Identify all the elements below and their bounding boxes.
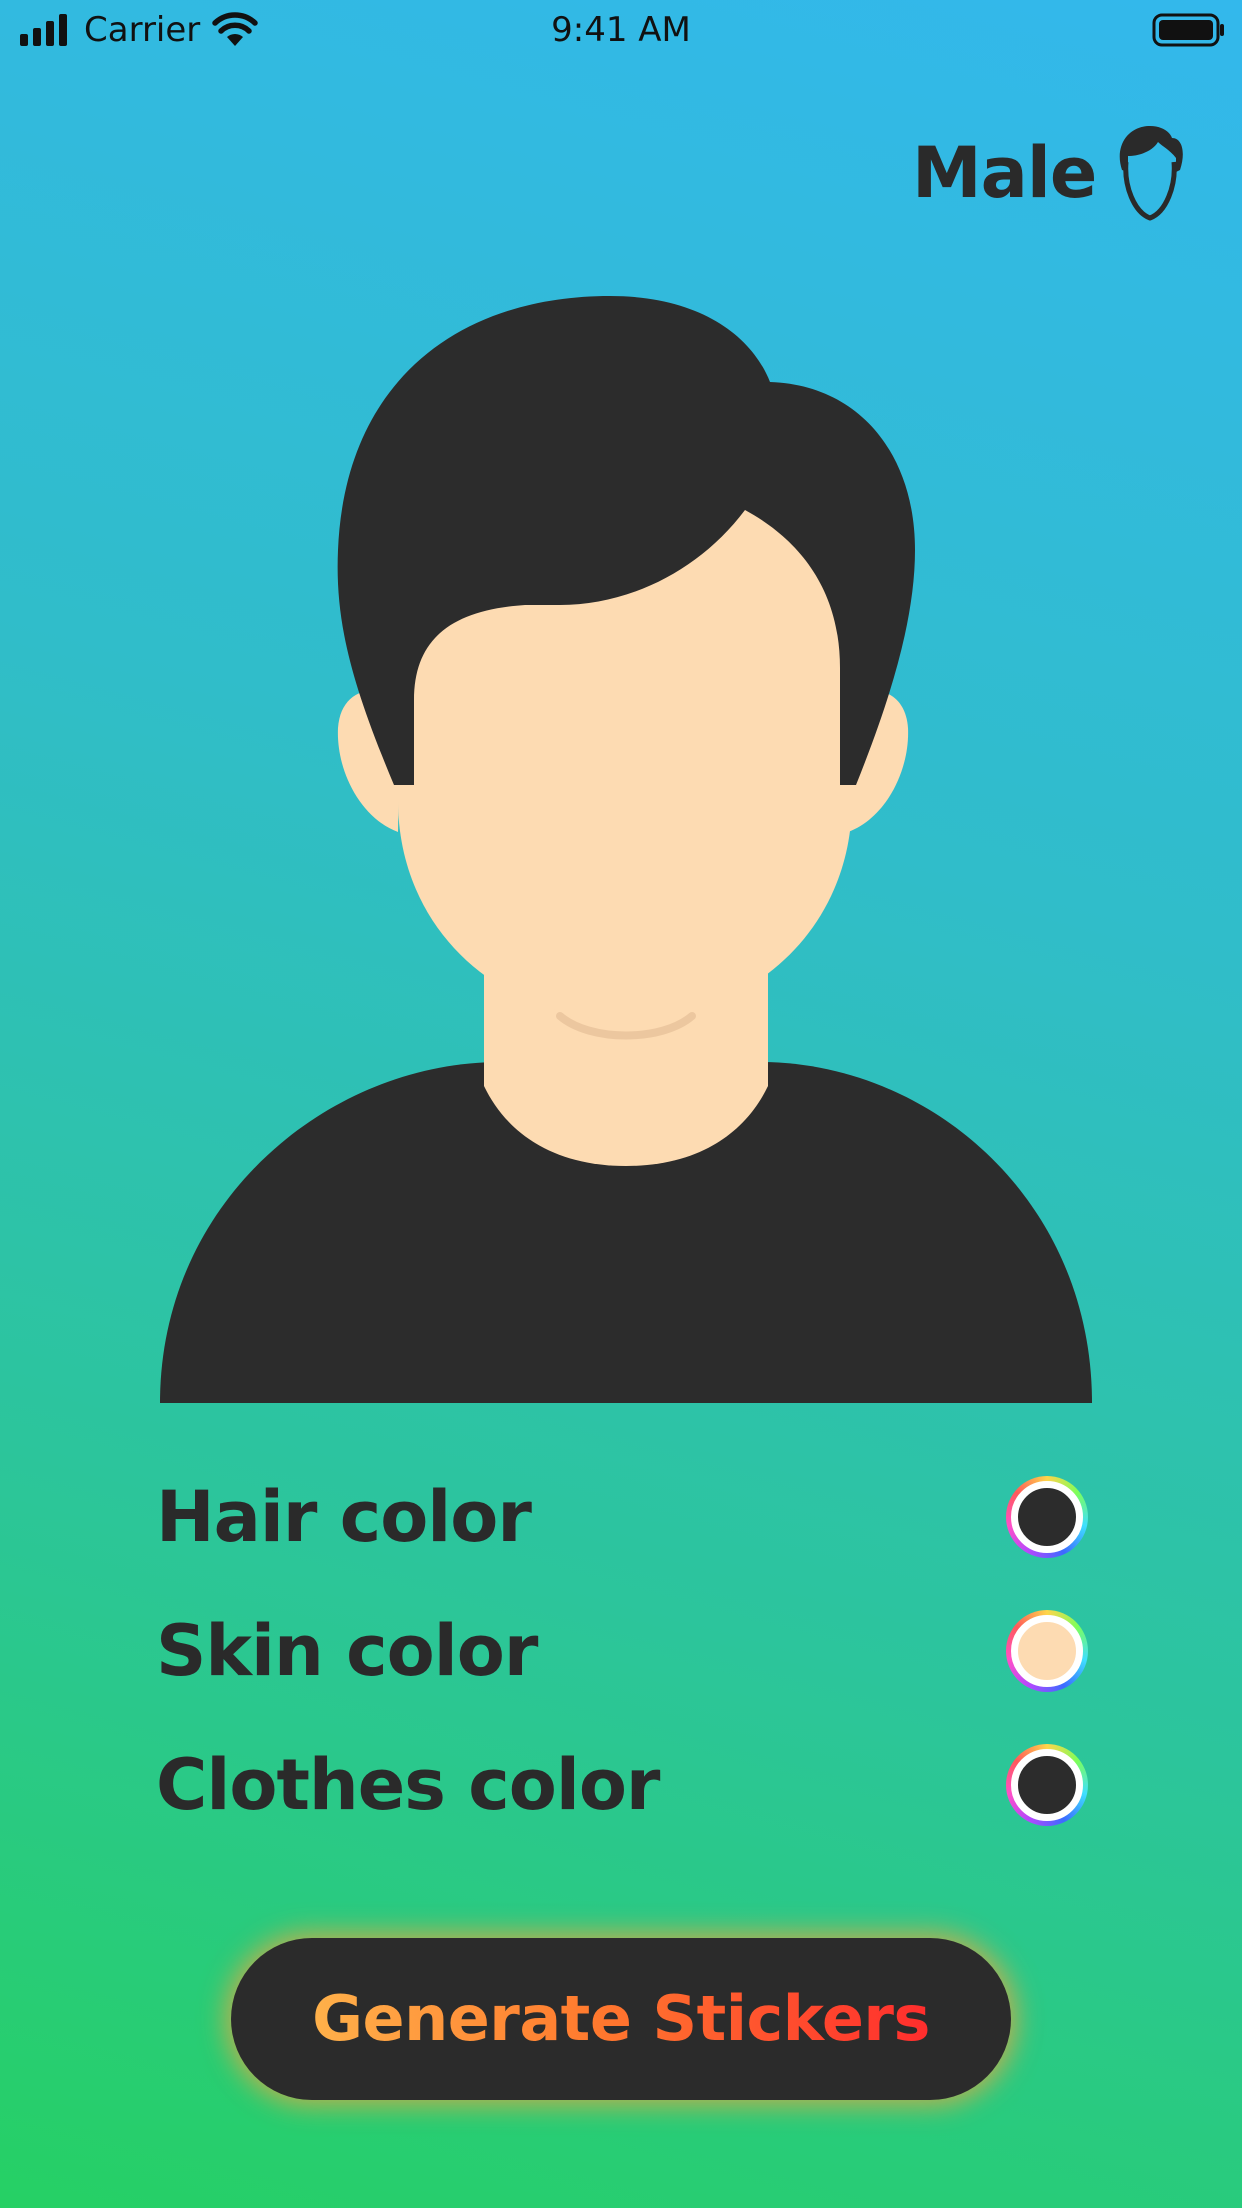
status-time: 9:41 AM [551,10,691,50]
gender-label: Male [912,132,1097,214]
status-bar: Carrier 9:41 AM [0,0,1242,62]
hair-color-picker[interactable] [1006,1476,1088,1558]
clothes-color-picker[interactable] [1006,1744,1088,1826]
hair-color-label: Hair color [156,1476,532,1558]
skin-color-label: Skin color [156,1610,538,1692]
generate-stickers-label: Generate Stickers [312,1938,930,2100]
generate-stickers-button[interactable]: Generate Stickers [231,1938,1011,2100]
hair-color-swatch [1011,1481,1083,1553]
battery-icon [1152,13,1224,47]
clothes-color-row: Clothes color [156,1730,1096,1840]
male-head-icon [1119,126,1183,221]
skin-color-row: Skin color [156,1596,1096,1706]
skin-color-swatch [1011,1615,1083,1687]
hair-color-row: Hair color [156,1462,1096,1572]
sticker-generator-screen: Carrier 9:41 AM Male Hair color Skin col… [0,0,1242,2208]
clothes-color-swatch [1011,1749,1083,1821]
skin-color-picker[interactable] [1006,1610,1088,1692]
gender-toggle-button[interactable]: Male [900,118,1200,228]
clothes-color-label: Clothes color [156,1744,660,1826]
avatar-preview [160,296,1092,1403]
